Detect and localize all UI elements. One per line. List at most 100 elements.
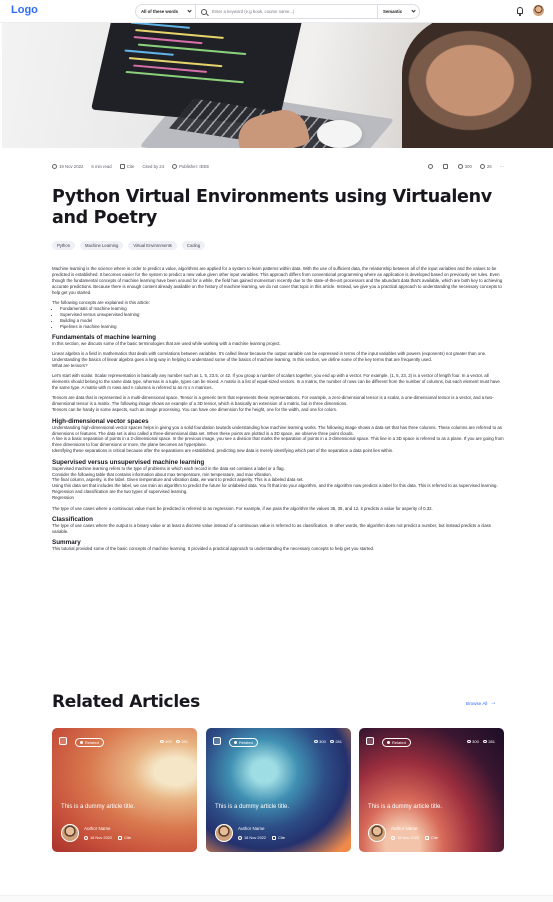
- browse-all-link[interactable]: Browse All →: [466, 700, 496, 706]
- paragraph: In this section, we discuss some of the …: [52, 340, 281, 346]
- card-meta: 18 Nov 2022 Cite: [84, 835, 137, 840]
- author-avatar: [368, 824, 386, 842]
- article-meta-bar: 19 Nov 2022 6 min read Cite Cited by 24 …: [52, 164, 504, 169]
- mug-illustration: [317, 120, 362, 148]
- views-count: 300: [466, 739, 479, 744]
- article-actions: 300 26 ···: [420, 164, 504, 169]
- paragraph: Let's start with scalar. Scalar represen…: [52, 373, 500, 390]
- tag-chip[interactable]: Virtual Environments: [128, 241, 177, 250]
- search-filter-label: All of these words: [141, 9, 179, 14]
- author-avatar: [215, 824, 233, 842]
- section-heading: Fundamentals of machine learning: [52, 333, 156, 341]
- eye-icon: [457, 164, 463, 169]
- likes-text: 26: [486, 164, 492, 169]
- paragraph: Tensors can be handy in some aspects, su…: [52, 407, 338, 413]
- eye-icon: [159, 740, 164, 743]
- like-button[interactable]: 26: [479, 164, 492, 169]
- card-meta: 18 Nov 2022 Cite: [391, 835, 444, 840]
- cite-button[interactable]: Cite: [119, 164, 135, 169]
- related-articles-heading: Related Articles: [52, 692, 200, 712]
- card-cite-button[interactable]: Cite: [272, 835, 285, 840]
- related-article-card[interactable]: Related 300 281 This is a dummy article …: [52, 728, 197, 852]
- paragraph: Using this data set that includes the la…: [52, 483, 498, 495]
- share-button[interactable]: [427, 164, 435, 169]
- clock-icon: [238, 835, 242, 840]
- likes-count[interactable]: 281: [175, 739, 188, 744]
- paragraph: Understanding high-dimensional vector sp…: [52, 424, 502, 436]
- quote-icon: [119, 164, 125, 169]
- user-avatar[interactable]: [533, 5, 544, 16]
- tag-chip[interactable]: Machine Learning: [80, 241, 124, 250]
- cited-by-text: Cited by 24: [142, 164, 165, 169]
- intro-paragraph: Machine learning is the science where in…: [52, 266, 503, 295]
- badge-label: Related: [392, 740, 406, 745]
- card-cite-button[interactable]: Cite: [118, 835, 131, 840]
- search-placeholder: Enter a keyword (e.g book, course name..…: [212, 9, 295, 14]
- likes-text: 281: [335, 739, 342, 744]
- card-date: 18 Nov 2022: [391, 835, 419, 840]
- paragraph: The type of use cases where a continuous…: [52, 505, 433, 511]
- card-checkbox[interactable]: [366, 737, 374, 745]
- eye-icon: [466, 740, 471, 743]
- notification-bell-icon[interactable]: [517, 7, 523, 16]
- card-title[interactable]: This is a dummy article title.: [61, 804, 135, 810]
- cite-label: Cite: [126, 164, 135, 169]
- card-date: 18 Nov 2022: [84, 835, 112, 840]
- logo[interactable]: Logo: [11, 4, 38, 16]
- card-checkbox[interactable]: [213, 737, 221, 745]
- cited-by-meta[interactable]: Cited by 24: [142, 164, 164, 169]
- bookmark-icon: [442, 164, 448, 169]
- card-title[interactable]: This is a dummy article title.: [368, 804, 442, 810]
- badge-label: Related: [85, 740, 99, 745]
- search-mode-dropdown[interactable]: Semantic: [377, 5, 419, 18]
- related-article-card[interactable]: Related 300 281 This is a dummy article …: [206, 728, 351, 852]
- search-bar: All of these words Enter a keyword (e.g …: [135, 4, 420, 19]
- chevron-down-icon: [187, 8, 192, 13]
- likes-text: 281: [488, 739, 495, 744]
- search-input[interactable]: Enter a keyword (e.g book, course name..…: [196, 5, 377, 18]
- likes-count[interactable]: 281: [482, 739, 495, 744]
- related-badge: Related: [229, 738, 258, 747]
- date-text: 18 Nov 2022: [397, 835, 420, 840]
- views-text: 300: [472, 739, 479, 744]
- views-text: 300: [319, 739, 326, 744]
- quote-icon: [425, 835, 430, 840]
- concepts-list: Fundamentals of machine learning Supervi…: [60, 306, 504, 330]
- paragraph: Tensors are data that is represented in …: [52, 395, 494, 407]
- author-name[interactable]: Author Name: [84, 826, 111, 831]
- publisher-text: Publisher: IEEE: [179, 164, 210, 169]
- quote-icon: [272, 835, 277, 840]
- cite-label: Cite: [124, 835, 131, 840]
- tag-chip[interactable]: Coding: [181, 241, 206, 250]
- eye-icon: [313, 740, 318, 743]
- paragraph: This tutorial provided some of the basic…: [52, 546, 375, 552]
- card-title[interactable]: This is a dummy article title.: [215, 804, 289, 810]
- date-text: 18 Nov 2022: [244, 835, 267, 840]
- views-text: 300: [165, 739, 172, 744]
- date-text: 18 Nov 2022: [90, 835, 113, 840]
- author-name[interactable]: Author Name: [238, 826, 265, 831]
- search-mode-label: Semantic: [383, 9, 403, 14]
- share-icon: [427, 164, 433, 169]
- views-count: 300: [159, 739, 172, 744]
- top-navbar: Logo All of these words Enter a keyword …: [0, 0, 553, 23]
- card-checkbox[interactable]: [59, 737, 67, 745]
- heart-icon: [479, 164, 485, 169]
- date-text: 19 Nov 2022: [59, 164, 84, 169]
- card-date: 18 Nov 2022: [238, 835, 266, 840]
- views-count: 300: [313, 739, 326, 744]
- related-article-card[interactable]: Related 300 281 This is a dummy article …: [359, 728, 504, 852]
- bookmark-button[interactable]: [442, 164, 450, 169]
- publisher-icon: [172, 164, 178, 169]
- tag-chip[interactable]: Python: [52, 241, 76, 250]
- search-filter-dropdown[interactable]: All of these words: [136, 5, 196, 18]
- read-time-meta: 6 min read: [91, 164, 111, 169]
- chevron-down-icon: [411, 8, 416, 13]
- paragraph: What are tensors?: [52, 362, 88, 368]
- card-cite-button[interactable]: Cite: [425, 835, 438, 840]
- author-name[interactable]: Author Name: [391, 826, 418, 831]
- likes-count[interactable]: 281: [329, 739, 342, 744]
- clock-icon: [391, 835, 395, 840]
- more-options-button[interactable]: ···: [500, 164, 504, 169]
- heart-icon: [329, 740, 334, 743]
